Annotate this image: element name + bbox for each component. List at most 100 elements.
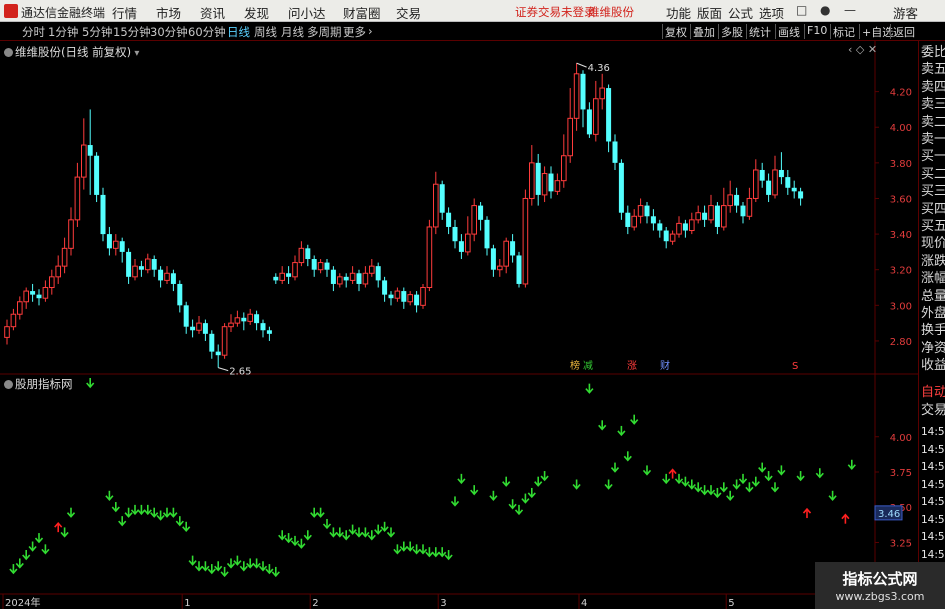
down-arrow: [764, 471, 773, 482]
down-arrow: [700, 485, 709, 496]
side-label-9[interactable]: 买四: [921, 201, 945, 219]
btn-biaoji[interactable]: 标记: [830, 24, 857, 39]
period-monthly[interactable]: 月线: [281, 24, 304, 40]
btn-diejia[interactable]: 叠加: [690, 24, 717, 39]
chevron-right-icon[interactable]: ›: [368, 24, 373, 38]
btn-back[interactable]: 返回: [890, 24, 917, 39]
candle-body: [593, 98, 599, 135]
side-label-3[interactable]: 卖三: [921, 96, 945, 114]
side-label-17[interactable]: 净资: [921, 340, 945, 358]
skin-icon[interactable]: □: [796, 3, 807, 17]
side-label-6[interactable]: 买一: [921, 148, 945, 166]
main-y-tick-label: 3.20: [890, 266, 912, 277]
candle-body: [164, 272, 170, 281]
menu-shichang[interactable]: 市场: [156, 3, 181, 22]
collapse-icon[interactable]: [4, 48, 13, 57]
side-label-5[interactable]: 卖一: [921, 131, 945, 149]
side-label-11[interactable]: 现价: [921, 235, 945, 253]
main-y-tick-label: 3.40: [890, 230, 912, 241]
chart-canvas[interactable]: 2.803.003.203.403.603.804.004.203.003.25…: [0, 41, 918, 609]
side-label-16[interactable]: 换手: [921, 322, 945, 340]
period-multi[interactable]: 多周期: [307, 24, 342, 40]
down-arrow: [502, 476, 511, 487]
side-label-1[interactable]: 卖五: [921, 61, 945, 79]
current-stock-name: 维维股份: [588, 5, 634, 19]
side-label-10[interactable]: 买五: [921, 218, 945, 236]
down-arrow: [470, 485, 479, 496]
down-arrow: [674, 473, 684, 485]
btn-tongji[interactable]: 统计: [746, 24, 773, 39]
candle: [36, 289, 42, 306]
candle-body: [471, 205, 477, 235]
down-arrow: [642, 465, 652, 476]
down-arrow: [41, 544, 50, 555]
menu-dot-icon[interactable]: ●: [820, 3, 830, 17]
back-diamond-icon[interactable]: ‹: [848, 43, 852, 56]
down-arrow: [361, 527, 370, 538]
candle-body: [497, 265, 503, 271]
period-15min[interactable]: 15分钟: [113, 24, 151, 40]
down-arrow: [706, 485, 716, 496]
period-60min[interactable]: 60分钟: [188, 24, 226, 40]
side-label-13[interactable]: 涨幅: [921, 270, 945, 288]
auto-toggle[interactable]: 自动: [921, 384, 945, 402]
menu-hangqing[interactable]: 行情: [112, 3, 137, 22]
menu-zixun[interactable]: 资讯: [200, 3, 225, 22]
candle: [356, 269, 362, 292]
candle: [145, 253, 151, 274]
diamond-icon[interactable]: ◇: [856, 43, 864, 56]
btn-huaxian[interactable]: 画线: [775, 24, 802, 39]
candle-body: [669, 233, 676, 242]
period-more[interactable]: 更多: [343, 24, 366, 40]
menu-xuanxiang[interactable]: 选项: [759, 3, 784, 22]
btn-fuquan[interactable]: 复权: [662, 24, 689, 39]
side-label-14[interactable]: 总量: [921, 288, 945, 306]
period-fenshi[interactable]: 分时: [22, 24, 45, 40]
minimize-icon[interactable]: —: [844, 3, 856, 17]
trade-button[interactable]: 交易: [921, 402, 945, 420]
candle-body: [158, 269, 164, 281]
chart-close-icon[interactable]: ✕: [868, 43, 877, 56]
menu-banmian[interactable]: 版面: [697, 3, 722, 22]
side-label-4[interactable]: 卖二: [921, 114, 945, 132]
down-arrow: [66, 507, 76, 518]
side-label-18[interactable]: 收益: [921, 357, 945, 375]
down-arrow: [143, 504, 152, 516]
candle-body: [535, 162, 541, 195]
candle: [394, 287, 401, 302]
period-weekly[interactable]: 周线: [254, 24, 277, 40]
menu-wenxiaoda[interactable]: 问小达: [288, 3, 326, 22]
period-30min[interactable]: 30分钟: [150, 24, 188, 40]
btn-duogu[interactable]: 多股: [718, 24, 745, 39]
menu-gongshi[interactable]: 公式: [728, 3, 753, 22]
candle: [561, 134, 567, 188]
down-arrow: [738, 473, 748, 485]
tick-time: 14:56: [921, 443, 945, 456]
period-1min[interactable]: 1分钟: [48, 24, 78, 40]
candle: [30, 283, 36, 302]
side-label-8[interactable]: 买三: [921, 183, 945, 201]
period-daily[interactable]: 日线: [227, 24, 250, 40]
menu-caifuquan[interactable]: 财富圈: [343, 3, 381, 22]
candle-body: [503, 240, 509, 267]
candle: [10, 308, 17, 331]
menu-faxian[interactable]: 发现: [244, 3, 269, 22]
side-label-12[interactable]: 涨跌: [921, 253, 945, 271]
menu-jiaoyi[interactable]: 交易: [396, 3, 421, 22]
btn-f10[interactable]: F10: [804, 24, 829, 39]
candle: [573, 63, 580, 131]
down-arrow: [182, 521, 191, 533]
side-label-0[interactable]: 委比: [921, 44, 945, 62]
candle: [343, 273, 349, 288]
main-chart-title-text: 维维股份(日线 前复权): [15, 45, 132, 59]
side-label-7[interactable]: 买二: [921, 166, 945, 184]
menu-gongneng[interactable]: 功能: [666, 3, 691, 22]
trade-login-notice[interactable]: 证券交易未登录: [515, 4, 596, 20]
period-5min[interactable]: 5分钟: [82, 24, 112, 40]
side-label-15[interactable]: 外盘: [921, 305, 945, 323]
candle-body: [254, 314, 260, 324]
side-label-2[interactable]: 卖四: [921, 79, 945, 97]
collapse-icon[interactable]: [4, 380, 13, 389]
guest-user[interactable]: 游客: [893, 3, 918, 22]
current-value-label: 3.46: [878, 509, 900, 520]
